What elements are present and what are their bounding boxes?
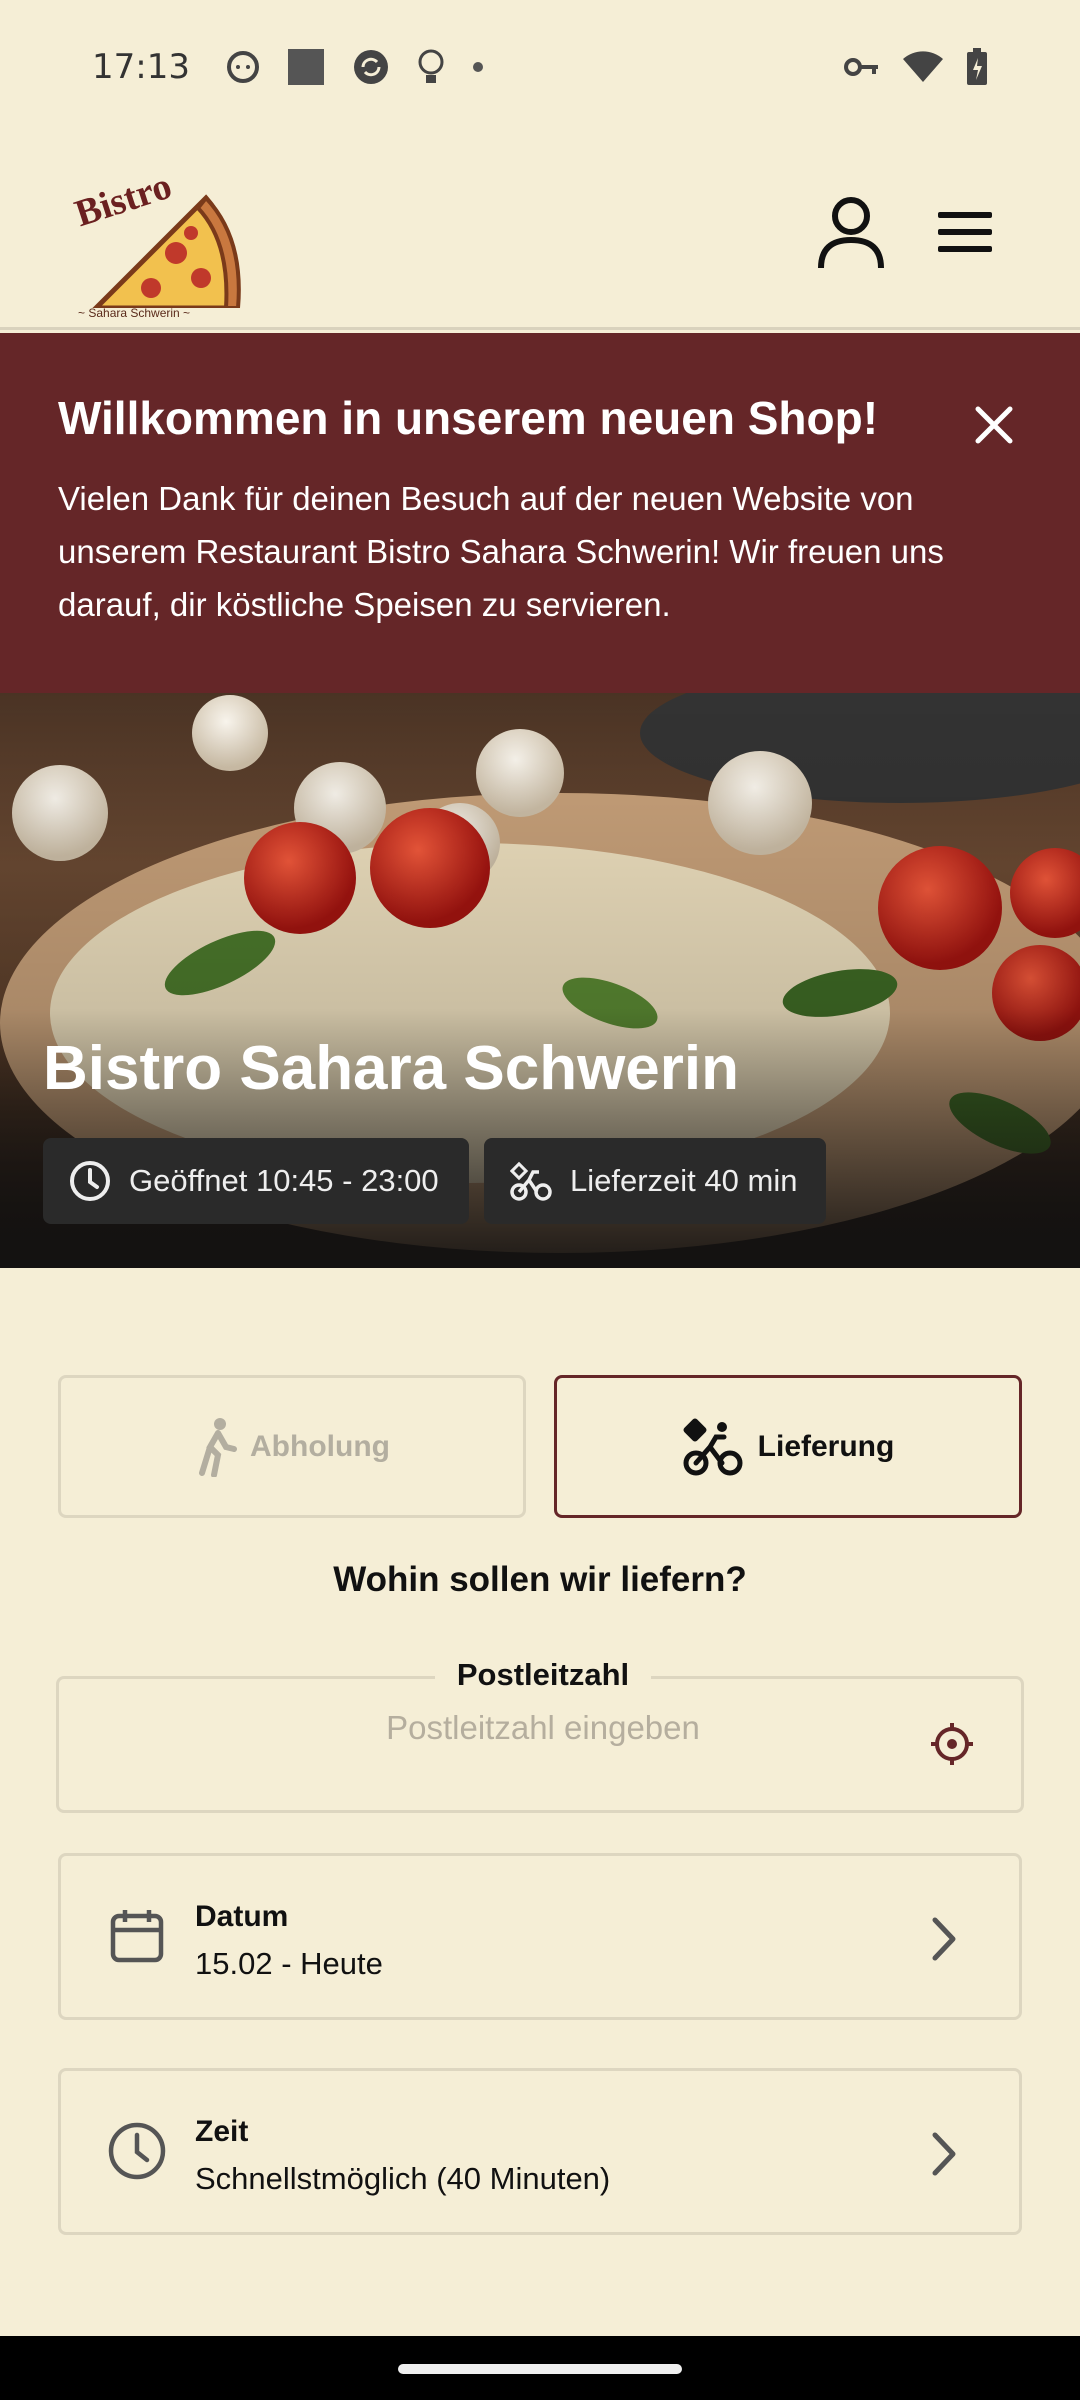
- postal-code-label-wrap: Postleitzahl: [59, 1657, 1027, 1693]
- bike-delivery-icon: [510, 1161, 552, 1201]
- time-value: Schnellstmöglich (40 Minuten): [195, 2161, 611, 2196]
- restaurant-logo[interactable]: Bistro ~ Sahara Schwerin ~: [66, 158, 246, 320]
- pickup-button[interactable]: Abholung: [58, 1375, 526, 1518]
- opening-hours-text: Geöffnet 10:45 - 23:00: [129, 1163, 439, 1198]
- hero-section: Bistro Sahara Schwerin Geöffnet 10:45 - …: [0, 693, 1080, 1268]
- sync-icon: [353, 50, 388, 84]
- date-select[interactable]: Datum 15.02 - Heute: [58, 1853, 1022, 2020]
- logo-subtext: ~ Sahara Schwerin ~: [78, 306, 191, 320]
- delivery-label: Lieferung: [757, 1429, 895, 1463]
- home-gesture-handle[interactable]: [398, 2364, 682, 2374]
- delivery-time-text: Lieferzeit 40 min: [570, 1163, 798, 1198]
- clock-icon: [70, 1161, 110, 1201]
- opening-hours-chip: Geöffnet 10:45 - 23:00: [43, 1138, 469, 1224]
- delivery-button[interactable]: Lieferung: [554, 1375, 1022, 1518]
- wifi-icon: [903, 51, 943, 82]
- status-icons-left: [226, 47, 484, 87]
- welcome-banner: Willkommen in unserem neuen Shop! Vielen…: [0, 333, 1080, 693]
- app-header: Bistro ~ Sahara Schwerin ~: [0, 134, 1080, 330]
- user-icon[interactable]: [816, 194, 886, 270]
- clock-icon: [108, 2122, 166, 2180]
- postal-code-field[interactable]: Postleitzahl Postleitzahl eingeben: [56, 1657, 1027, 1813]
- delivery-time-chip: Lieferzeit 40 min: [484, 1138, 826, 1224]
- banner-text: Vielen Dank für deinen Besuch auf der ne…: [58, 480, 944, 624]
- banner-title: Willkommen in unserem neuen Shop!: [58, 392, 879, 444]
- date-label: Datum: [195, 1900, 289, 1933]
- restaurant-name: Bistro Sahara Schwerin: [43, 1034, 740, 1103]
- chevron-right-icon: [932, 2132, 956, 2176]
- chevron-right-icon: [932, 1917, 956, 1961]
- face-icon: [226, 51, 259, 83]
- delivery-question: Wohin sollen wir liefern?: [333, 1560, 747, 1599]
- dot-icon: [472, 62, 483, 72]
- close-icon[interactable]: [972, 403, 1016, 447]
- square-icon: [287, 49, 324, 85]
- locate-icon[interactable]: [929, 1721, 975, 1767]
- status-time: 17:13: [92, 47, 190, 87]
- hamburger-menu-icon[interactable]: [930, 204, 1000, 260]
- walking-icon: [199, 1417, 238, 1477]
- key-icon: [844, 58, 878, 76]
- date-value: 15.02 - Heute: [195, 1946, 383, 1981]
- postal-code-input[interactable]: Postleitzahl eingeben: [59, 1709, 1027, 1747]
- time-label: Zeit: [195, 2115, 249, 2148]
- status-icons-right: [844, 48, 988, 86]
- time-select[interactable]: Zeit Schnellstmöglich (40 Minuten): [58, 2068, 1022, 2235]
- pickup-label: Abholung: [250, 1429, 390, 1463]
- status-bar: 17:13: [0, 0, 1080, 134]
- system-nav-bar: [0, 2336, 1080, 2400]
- calendar-icon: [110, 1910, 164, 1963]
- battery-icon: [967, 48, 987, 85]
- postal-code-label: Postleitzahl: [434, 1657, 652, 1692]
- bike-delivery-icon: [683, 1418, 743, 1475]
- bulb-icon: [418, 49, 444, 83]
